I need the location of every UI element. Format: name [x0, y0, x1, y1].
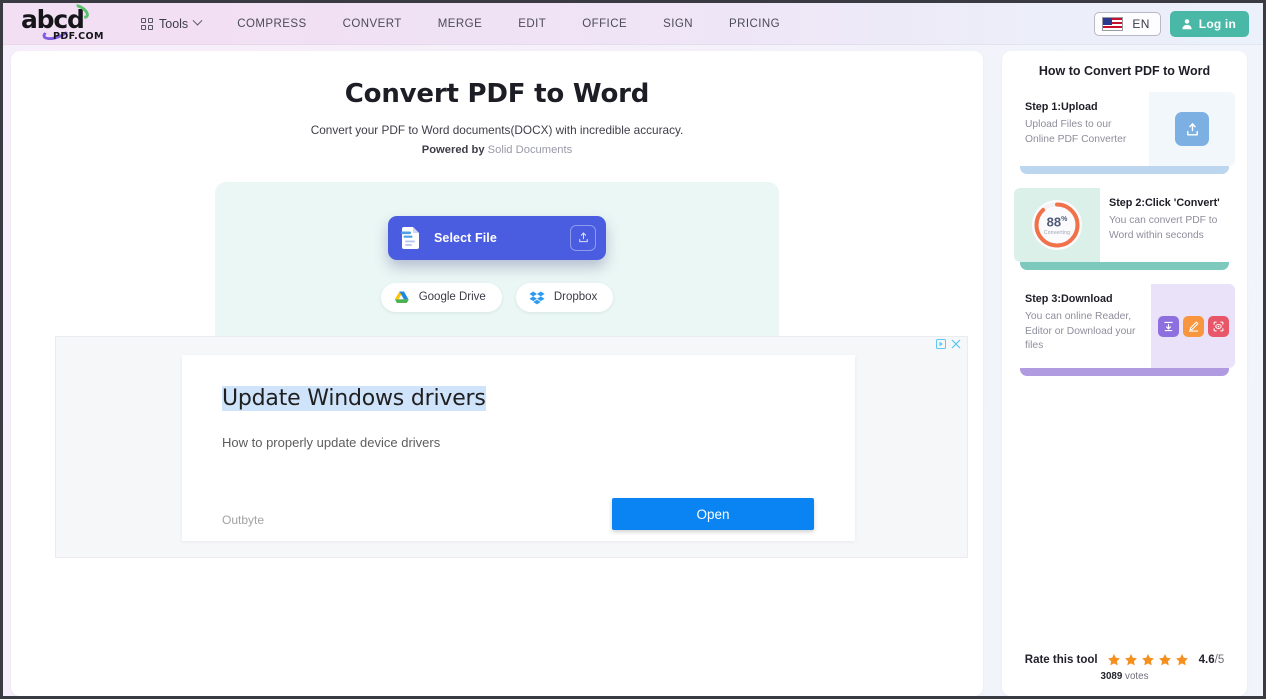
ad-headline: Update Windows drivers: [222, 386, 486, 411]
step-card-2: Step 2:Click 'Convert' You can convert P…: [1014, 188, 1235, 270]
ad-controls: [936, 339, 961, 349]
cloud-sources: Google Drive Dropbox: [380, 282, 614, 312]
star-icon[interactable]: [1124, 653, 1138, 667]
rating-score: 4.6/5: [1199, 654, 1225, 666]
upload-arrow-icon[interactable]: [570, 224, 596, 251]
progress-value: 88: [1046, 214, 1062, 230]
login-button-label: Log in: [1198, 16, 1236, 31]
edit-pencil-icon[interactable]: [1182, 315, 1204, 337]
upload-dropzone-wrapper: Select File Google Drive Dropbox: [215, 182, 779, 351]
nav-item-sign[interactable]: SIGN: [645, 12, 711, 36]
select-file-label: Select File: [434, 230, 497, 245]
step-2-text: You can convert PDF to Word within secon…: [1109, 215, 1218, 241]
site-logo[interactable]: abcd PDF.COM: [21, 3, 107, 43]
progress-label: Converting: [1043, 230, 1071, 237]
site-header: abcd PDF.COM Tools COMPRESS CONVERT MERG…: [3, 3, 1263, 45]
star-icon[interactable]: [1107, 653, 1121, 667]
dropbox-button[interactable]: Dropbox: [515, 282, 614, 312]
nav-item-pricing[interactable]: PRICING: [711, 12, 798, 36]
rating-votes-label: votes: [1125, 671, 1149, 682]
dropbox-label: Dropbox: [553, 291, 598, 303]
rating-row: Rate this tool 4.6/5: [1002, 653, 1247, 667]
main-content-panel: Convert PDF to Word Convert your PDF to …: [11, 51, 983, 696]
step-card-3: Step 3:Download You can online Reader, E…: [1014, 284, 1235, 376]
nav-item-edit[interactable]: EDIT: [500, 12, 564, 36]
ad-close-icon[interactable]: [951, 339, 961, 349]
nav-item-convert[interactable]: CONVERT: [325, 12, 420, 36]
step-2-heading: Step 2:Click 'Convert': [1109, 197, 1220, 209]
powered-by-line: Powered by Solid Documents: [11, 144, 983, 156]
select-file-button[interactable]: Select File: [388, 215, 606, 260]
nav-item-office[interactable]: OFFICE: [564, 12, 645, 36]
star-rating[interactable]: [1107, 653, 1189, 667]
rating-section: Rate this tool 4.6/5 3089 votes: [1002, 653, 1247, 682]
step-3-heading: Step 3:Download: [1025, 293, 1113, 305]
nav-item-tools[interactable]: Tools: [131, 11, 219, 37]
dropbox-icon: [529, 290, 545, 304]
language-selector[interactable]: EN: [1094, 11, 1161, 36]
page-body: Convert PDF to Word Convert your PDF to …: [3, 45, 1263, 696]
view-scan-icon[interactable]: [1207, 315, 1229, 337]
adchoices-icon[interactable]: [936, 339, 946, 349]
star-icon[interactable]: [1158, 653, 1172, 667]
grid-icon: [141, 17, 153, 30]
upload-icon: [1175, 112, 1209, 146]
browser-page: abcd PDF.COM Tools COMPRESS CONVERT MERG…: [3, 3, 1263, 696]
google-drive-label: Google Drive: [418, 291, 486, 303]
star-icon[interactable]: [1175, 653, 1189, 667]
powered-by-prefix: Powered by: [421, 144, 485, 156]
google-drive-button[interactable]: Google Drive: [380, 282, 502, 312]
advertisement-container: Update Windows drivers How to properly u…: [55, 336, 968, 558]
ad-advertiser-name: Outbyte: [222, 513, 265, 527]
step-card-1: Step 1:Upload Upload Files to our Online…: [1014, 92, 1235, 174]
download-icon[interactable]: [1157, 315, 1179, 337]
us-flag-icon: [1102, 16, 1124, 31]
rating-votes-count: 3089: [1100, 671, 1123, 682]
rating-votes: 3089 votes: [1002, 671, 1247, 682]
sidebar-title: How to Convert PDF to Word: [1038, 64, 1211, 78]
nav-item-compress[interactable]: COMPRESS: [219, 12, 324, 36]
page-title: Convert PDF to Word: [344, 79, 650, 109]
rating-score-value: 4.6: [1198, 654, 1215, 666]
progress-unit: %: [1061, 215, 1068, 223]
nav-item-tools-label: Tools: [159, 16, 189, 31]
header-right-group: EN Log in: [1094, 10, 1249, 37]
language-label: EN: [1132, 16, 1150, 31]
ad-creative[interactable]: Update Windows drivers How to properly u…: [182, 355, 855, 541]
nav-item-merge[interactable]: MERGE: [420, 12, 500, 36]
person-icon: [1182, 18, 1192, 29]
login-button[interactable]: Log in: [1169, 10, 1249, 37]
rating-scale: /5: [1214, 654, 1225, 666]
star-icon[interactable]: [1141, 653, 1155, 667]
ad-description: How to properly update device drivers: [222, 435, 441, 450]
page-subtitle: Convert your PDF to Word documents(DOCX)…: [310, 123, 684, 137]
rate-this-tool-label: Rate this tool: [1024, 654, 1098, 666]
chevron-down-icon: [192, 15, 203, 26]
step-1-heading: Step 1:Upload: [1025, 101, 1098, 113]
step-1-text: Upload Files to our Online PDF Converter: [1025, 119, 1127, 145]
ad-open-button[interactable]: Open: [612, 498, 814, 530]
progress-ring-icon: 88% Converting: [1032, 200, 1082, 250]
powered-by-link[interactable]: Solid Documents: [488, 144, 573, 156]
step-3-text: You can online Reader, Editor or Downloa…: [1025, 311, 1136, 351]
google-drive-icon: [394, 290, 409, 303]
logo-subtext: PDF.COM: [53, 30, 104, 42]
document-icon: [401, 226, 419, 249]
upload-dropzone[interactable]: Select File Google Drive Dropbox: [215, 182, 779, 345]
how-to-sidebar: How to Convert PDF to Word Step 1:Upload…: [1002, 51, 1247, 696]
main-nav: Tools COMPRESS CONVERT MERGE EDIT OFFICE…: [131, 11, 798, 37]
